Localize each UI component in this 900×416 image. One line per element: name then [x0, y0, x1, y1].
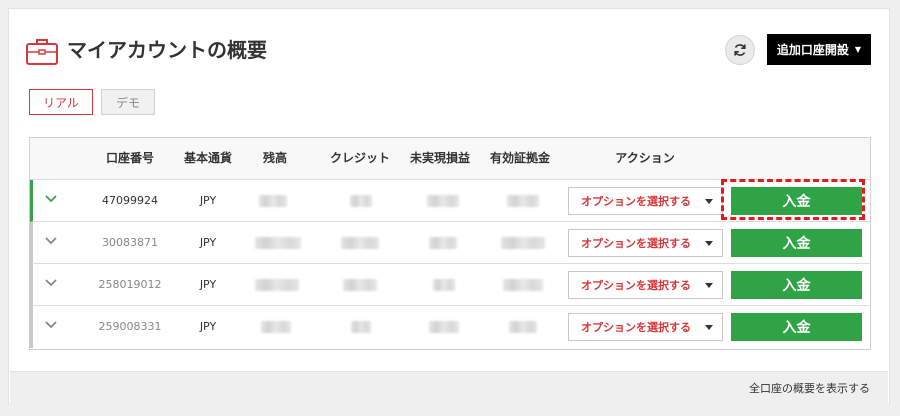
equity-redacted [507, 195, 539, 207]
base-currency: JPY [199, 320, 217, 333]
chevron-down-icon[interactable] [44, 194, 58, 204]
base-currency: JPY [199, 278, 217, 291]
refresh-button[interactable] [725, 35, 755, 65]
action-select[interactable]: オプションを選択する [568, 229, 723, 257]
unrealized-pl-redacted [427, 195, 459, 207]
add-account-button[interactable]: 追加口座開設 ▼ [767, 34, 871, 65]
balance-redacted [259, 195, 287, 207]
equity-redacted [501, 237, 545, 249]
refresh-icon [734, 44, 746, 56]
credit-redacted [343, 279, 377, 291]
panel-footer: 全口座の概要を表示する [10, 371, 888, 405]
briefcase-icon [26, 39, 58, 65]
base-currency: JPY [199, 236, 217, 249]
action-select[interactable]: オプションを選択する [568, 313, 723, 341]
account-number: 47099924 [102, 194, 158, 207]
add-account-label: 追加口座開設 [776, 43, 849, 57]
column-header-currency: 基本通貨 [183, 151, 232, 165]
base-currency: JPY [199, 194, 217, 207]
action-select[interactable]: オプションを選択する [568, 271, 723, 299]
dropdown-arrow-icon [705, 241, 713, 246]
table-row: 30083871 JPY オプションを選択する 入金 [30, 222, 870, 264]
action-select[interactable]: オプションを選択する [568, 187, 723, 215]
tab-demo[interactable]: デモ [101, 89, 155, 115]
balance-redacted [261, 321, 291, 333]
column-header-unrealized-pl: 未実現損益 [409, 151, 470, 165]
equity-redacted [509, 321, 537, 333]
balance-redacted [255, 279, 299, 291]
dropdown-arrow-icon [705, 283, 713, 288]
action-select-value: オプションを選択する [581, 195, 691, 208]
chevron-down-icon[interactable] [44, 320, 58, 330]
account-number: 30083871 [102, 236, 158, 249]
credit-redacted [341, 237, 379, 249]
account-number: 258019012 [98, 278, 162, 291]
deposit-button[interactable]: 入金 [731, 229, 862, 257]
account-overview-panel: マイアカウントの概要 追加口座開設 ▼ リアル デモ 口座番号 基本通貨 残高 … [8, 8, 890, 405]
credit-redacted [350, 195, 372, 207]
deposit-button[interactable]: 入金 [731, 187, 862, 215]
table-row: 259008331 JPY オプションを選択する 入金 [30, 306, 870, 348]
table-row: 258019012 JPY オプションを選択する 入金 [30, 264, 870, 306]
chevron-down-icon[interactable] [44, 236, 58, 246]
tab-real[interactable]: リアル [29, 89, 93, 115]
unrealized-pl-redacted [429, 321, 459, 333]
dropdown-arrow-icon [705, 325, 713, 330]
equity-redacted [503, 279, 543, 291]
deposit-button[interactable]: 入金 [731, 271, 862, 299]
column-header-balance: 残高 [262, 151, 287, 165]
caret-down-icon: ▼ [854, 45, 862, 54]
chevron-down-icon[interactable] [44, 278, 58, 288]
unrealized-pl-redacted [429, 237, 457, 249]
account-number: 259008331 [98, 320, 162, 333]
page-title: マイアカウントの概要 [67, 38, 267, 62]
action-select-value: オプションを選択する [581, 237, 691, 250]
column-header-equity: 有効証拠金 [489, 151, 550, 165]
dropdown-arrow-icon [705, 199, 713, 204]
table-row: 47099924 JPY オプションを選択する 入金 [30, 180, 870, 222]
balance-redacted [255, 237, 301, 249]
deposit-button[interactable]: 入金 [731, 313, 862, 341]
column-header-account: 口座番号 [105, 151, 154, 165]
column-header-action: アクション [615, 151, 675, 165]
credit-redacted [351, 321, 371, 333]
action-select-value: オプションを選択する [581, 279, 691, 292]
unrealized-pl-redacted [433, 279, 455, 291]
table-header: 口座番号 基本通貨 残高 クレジット 未実現損益 有効証拠金 アクション [30, 138, 870, 180]
column-header-credit: クレジット [329, 151, 390, 165]
action-select-value: オプションを選択する [581, 321, 691, 334]
accounts-table: 口座番号 基本通貨 残高 クレジット 未実現損益 有効証拠金 アクション 470… [29, 137, 871, 350]
view-all-accounts-link[interactable]: 全口座の概要を表示する [749, 372, 870, 405]
